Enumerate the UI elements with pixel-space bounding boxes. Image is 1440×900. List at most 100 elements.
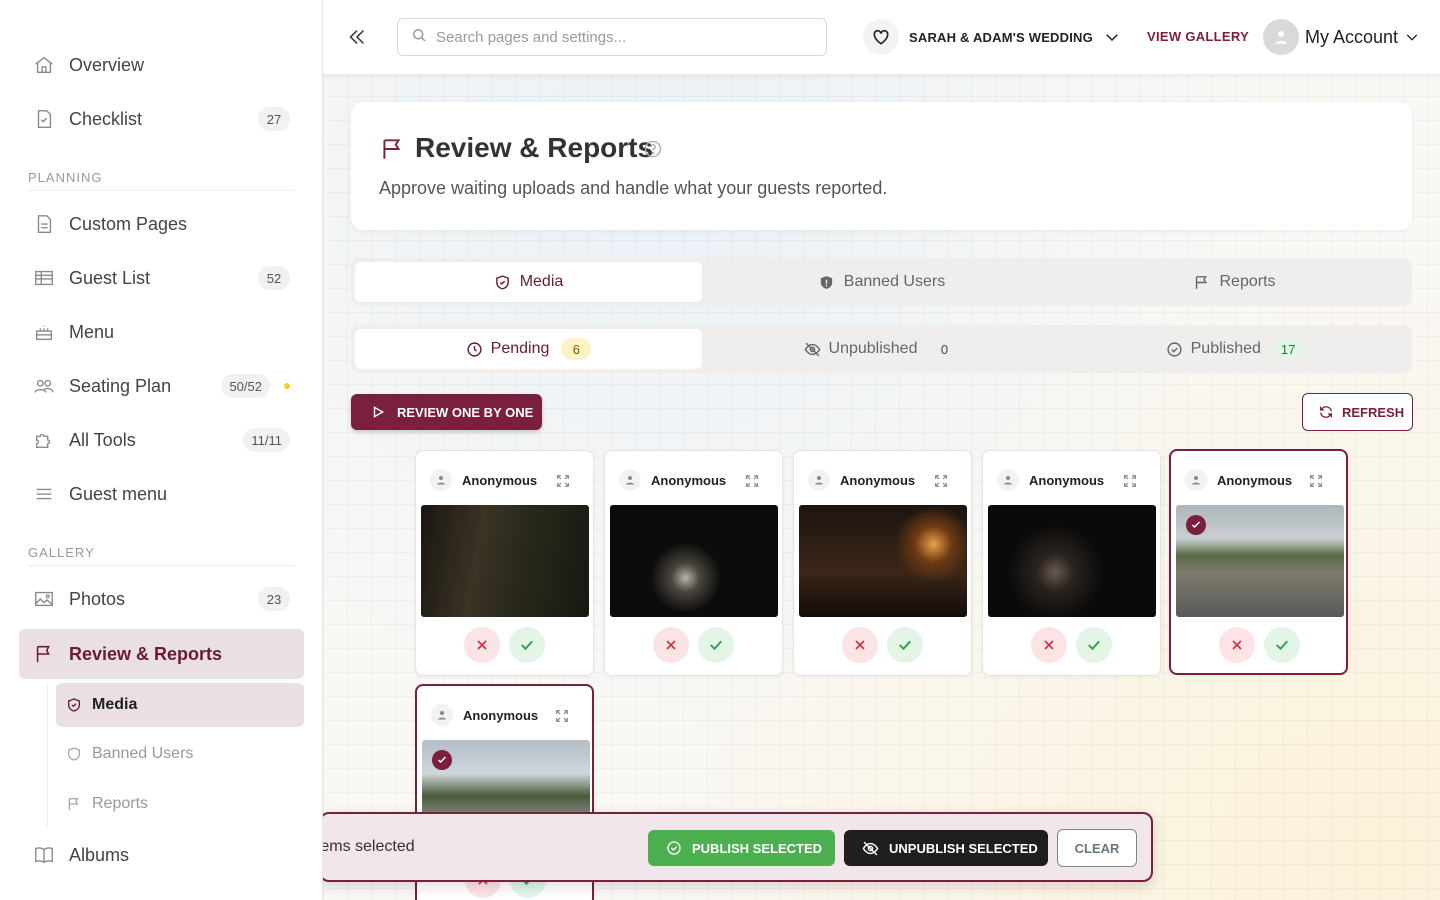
sidebar-item-guest-menu[interactable]: Guest menu bbox=[19, 469, 304, 519]
media-card[interactable]: Anonymous bbox=[1169, 449, 1348, 675]
book-icon bbox=[33, 844, 55, 866]
table-icon bbox=[33, 267, 55, 289]
media-thumbnail[interactable] bbox=[421, 505, 589, 617]
tab-label: Reports bbox=[1219, 273, 1276, 290]
reject-button[interactable] bbox=[1031, 627, 1067, 663]
sidebar-item-seating-plan[interactable]: Seating Plan 50/52 bbox=[19, 361, 304, 411]
section-label-planning: PLANNING bbox=[28, 170, 103, 185]
sidebar-item-all-tools[interactable]: All Tools 11/11 bbox=[19, 415, 304, 465]
unpublish-selected-button[interactable]: UNPUBLISH SELECTED bbox=[844, 830, 1048, 866]
subtab-label: Unpublished bbox=[828, 340, 918, 357]
selected-check-icon[interactable] bbox=[1186, 515, 1206, 535]
approve-button[interactable] bbox=[887, 627, 923, 663]
event-selector[interactable]: SARAH & ADAM'S WEDDING bbox=[863, 18, 1121, 56]
expand-icon[interactable] bbox=[1122, 473, 1138, 489]
sidebar-item-photos[interactable]: Photos 23 bbox=[19, 574, 304, 624]
reject-button[interactable] bbox=[842, 627, 878, 663]
card-author: Anonymous bbox=[997, 469, 1104, 491]
view-gallery-link[interactable]: VIEW GALLERY bbox=[1147, 29, 1249, 44]
sidebar-item-review-reports[interactable]: Review & Reports bbox=[19, 629, 304, 679]
card-author: Anonymous bbox=[619, 469, 726, 491]
tab-reports[interactable]: Reports bbox=[1061, 262, 1408, 302]
collapse-sidebar-icon[interactable] bbox=[345, 24, 369, 50]
flag-icon bbox=[379, 136, 405, 167]
expand-icon[interactable] bbox=[1308, 473, 1324, 489]
count-badge: 23 bbox=[258, 587, 290, 611]
sidebar-item-overview[interactable]: Overview bbox=[19, 40, 304, 90]
refresh-icon bbox=[1318, 404, 1334, 420]
expand-icon[interactable] bbox=[744, 473, 760, 489]
help-icon[interactable] bbox=[643, 139, 663, 164]
selected-check-icon[interactable] bbox=[432, 750, 452, 770]
approve-button[interactable] bbox=[698, 627, 734, 663]
top-bar: SARAH & ADAM'S WEDDING VIEW GALLERY My A… bbox=[323, 0, 1440, 74]
media-card[interactable]: Anonymous bbox=[604, 450, 783, 676]
count-badge: 50/52 bbox=[221, 374, 270, 398]
check-circle-icon bbox=[666, 840, 682, 856]
heart-icon bbox=[863, 19, 899, 55]
home-icon bbox=[33, 54, 55, 76]
sidebar-item-label: Checklist bbox=[69, 108, 143, 129]
selection-count: 2 items selected bbox=[321, 838, 441, 856]
people-icon bbox=[33, 375, 55, 397]
sidebar-item-menu[interactable]: Menu bbox=[19, 307, 304, 357]
media-thumbnail[interactable] bbox=[799, 505, 967, 617]
sidebar-item-custom-pages[interactable]: Custom Pages bbox=[19, 199, 304, 249]
sidebar-subitem-media[interactable]: Media bbox=[56, 683, 304, 727]
tab-label: Banned Users bbox=[843, 273, 946, 290]
subtab-label: Published bbox=[1190, 340, 1261, 357]
sidebar-item-checklist[interactable]: Checklist 27 bbox=[19, 94, 304, 144]
author-name: Anonymous bbox=[1029, 472, 1105, 488]
sidebar-item-label: Photos bbox=[69, 588, 126, 609]
main-content: SARAH & ADAM'S WEDDING VIEW GALLERY My A… bbox=[319, 0, 1440, 900]
user-icon bbox=[431, 704, 453, 726]
media-thumbnail[interactable] bbox=[610, 505, 778, 617]
approve-button[interactable] bbox=[509, 627, 545, 663]
sidebar-item-albums[interactable]: Albums bbox=[19, 830, 304, 880]
page-subtitle: Approve waiting uploads and handle what … bbox=[379, 178, 888, 198]
sidebar-subitem-reports[interactable]: Reports bbox=[56, 782, 304, 826]
reject-button[interactable] bbox=[464, 627, 500, 663]
card-author: Anonymous bbox=[430, 469, 537, 491]
sidebar-subitem-label: Reports bbox=[92, 795, 149, 812]
sidebar-subitem-label: Media bbox=[92, 696, 138, 713]
sidebar-item-label: Guest List bbox=[69, 267, 151, 288]
reject-button[interactable] bbox=[1219, 627, 1255, 663]
publish-selected-button[interactable]: PUBLISH SELECTED bbox=[648, 830, 835, 866]
tab-banned-users[interactable]: Banned Users bbox=[708, 262, 1055, 302]
card-author: Anonymous bbox=[431, 704, 538, 726]
tab-media[interactable]: Media bbox=[355, 262, 702, 302]
search-box[interactable] bbox=[397, 18, 827, 56]
play-icon bbox=[371, 405, 385, 419]
media-thumbnail[interactable] bbox=[988, 505, 1156, 617]
cake-icon bbox=[33, 321, 55, 343]
expand-icon[interactable] bbox=[555, 473, 571, 489]
hamburger-icon bbox=[33, 483, 55, 505]
approve-button[interactable] bbox=[1264, 627, 1300, 663]
flag-icon bbox=[1193, 274, 1210, 291]
sidebar-subitem-banned-users[interactable]: Banned Users bbox=[56, 732, 304, 776]
media-card[interactable]: Anonymous bbox=[982, 450, 1161, 676]
clear-selection-button[interactable]: CLEAR bbox=[1057, 829, 1137, 867]
subtab-pending[interactable]: Pending 6 bbox=[355, 329, 702, 369]
media-card[interactable]: Anonymous bbox=[793, 450, 972, 676]
reject-button[interactable] bbox=[653, 627, 689, 663]
account-menu[interactable]: My Account bbox=[1263, 19, 1420, 55]
subtab-unpublished[interactable]: Unpublished 0 bbox=[708, 329, 1055, 369]
search-input[interactable] bbox=[436, 28, 806, 46]
author-name: Anonymous bbox=[651, 472, 727, 488]
expand-icon[interactable] bbox=[554, 708, 570, 724]
media-thumbnail[interactable] bbox=[1176, 505, 1344, 617]
expand-icon[interactable] bbox=[933, 473, 949, 489]
refresh-button[interactable]: REFRESH bbox=[1302, 393, 1413, 431]
media-card[interactable]: Anonymous bbox=[415, 450, 594, 676]
tab-bar: Media Banned Users Reports bbox=[351, 258, 1412, 306]
sidebar-item-guest-list[interactable]: Guest List 52 bbox=[19, 253, 304, 303]
subtab-published[interactable]: Published 17 bbox=[1061, 329, 1408, 369]
sidebar-item-label: Overview bbox=[69, 54, 145, 75]
shield-check-icon bbox=[494, 274, 511, 291]
sidebar-item-label: All Tools bbox=[69, 429, 136, 450]
approve-button[interactable] bbox=[1076, 627, 1112, 663]
chevron-down-icon bbox=[1404, 29, 1420, 45]
review-one-by-one-button[interactable]: REVIEW ONE BY ONE bbox=[351, 394, 542, 430]
